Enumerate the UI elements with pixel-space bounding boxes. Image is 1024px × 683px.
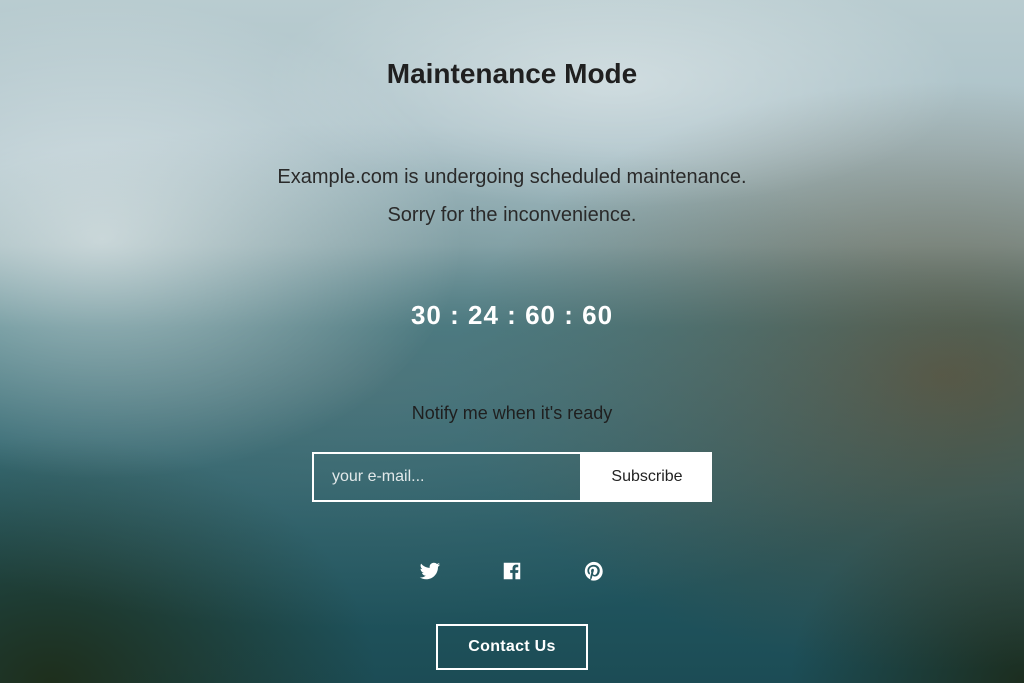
facebook-link[interactable]: [501, 560, 523, 582]
countdown-seconds: 60: [582, 300, 613, 330]
contact-us-button[interactable]: Contact Us: [436, 624, 587, 670]
maintenance-message: Example.com is undergoing scheduled main…: [277, 158, 746, 234]
twitter-link[interactable]: [419, 560, 441, 582]
maintenance-page: Maintenance Mode Example.com is undergoi…: [0, 0, 1024, 683]
countdown-sep: :: [564, 300, 574, 330]
twitter-icon: [419, 560, 441, 582]
page-title: Maintenance Mode: [387, 58, 637, 90]
countdown-sep: :: [507, 300, 517, 330]
countdown-timer: 30 : 24 : 60 : 60: [411, 300, 613, 331]
social-links: [419, 560, 605, 582]
message-line-1: Example.com is undergoing scheduled main…: [277, 158, 746, 196]
pinterest-icon: [583, 560, 605, 582]
subscribe-button[interactable]: Subscribe: [582, 452, 712, 502]
message-line-2: Sorry for the inconvenience.: [277, 196, 746, 234]
countdown-hours: 24: [468, 300, 499, 330]
notify-label: Notify me when it's ready: [412, 403, 613, 424]
pinterest-link[interactable]: [583, 560, 605, 582]
countdown-minutes: 60: [525, 300, 556, 330]
email-input[interactable]: [312, 452, 582, 502]
countdown-days: 30: [411, 300, 442, 330]
subscribe-form: Subscribe: [312, 452, 712, 502]
facebook-icon: [501, 560, 523, 582]
countdown-sep: :: [450, 300, 460, 330]
